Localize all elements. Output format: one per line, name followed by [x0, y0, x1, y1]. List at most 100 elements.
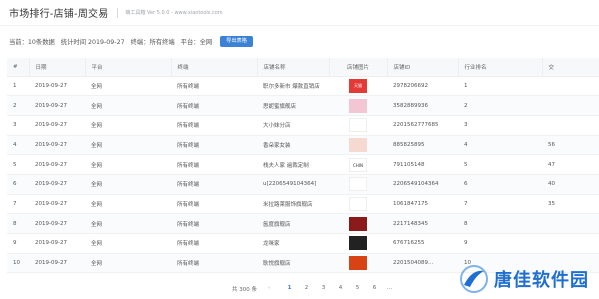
cell-extra: 47 [542, 154, 599, 175]
table-row[interactable]: 3 2019-09-27 全网 所有终端 大小妹分店 2201562777685 3 [7, 115, 599, 136]
cell-terminal: 所有终端 [171, 154, 257, 175]
cell-name: 耿悦旗舰店 [257, 253, 329, 274]
cell-name: 栈夫人家 遍裁定制 [257, 154, 329, 175]
cell-terminal: 所有终端 [171, 115, 257, 136]
cell-id: 2217148345 [387, 213, 458, 234]
page-button[interactable]: ... [385, 285, 394, 291]
cell-terminal: 所有终端 [171, 233, 257, 254]
cell-id: 2201562777685 [387, 115, 458, 136]
cell-platform: 全网 [85, 135, 171, 156]
watermark-text: 唐佳软件园 [494, 270, 589, 291]
cell-idx: 8 [7, 213, 29, 234]
prev-page-button[interactable]: ‹ [268, 285, 270, 291]
cell-rank: 6 [458, 174, 542, 195]
cell-id: 3582889936 [387, 95, 458, 116]
cell-date: 2019-09-27 [29, 135, 85, 156]
cell-terminal: 所有终端 [171, 194, 257, 215]
page-button[interactable]: 1 [285, 285, 294, 291]
ranking-table: # 日期 平台 终端 店铺名称 店铺图片 店铺ID 行业排名交 1 2019-09-27 全网 所有… [7, 58, 599, 274]
table-row[interactable]: 8 2019-09-27 全网 所有终端 氤度旗舰店 2217148345 8 [7, 213, 599, 234]
column-header[interactable]: 店铺名称 [257, 58, 330, 77]
page-button[interactable]: 5 [353, 285, 362, 291]
cell-date: 2019-09-27 [29, 194, 85, 215]
cell-name: u[2206549104364] [257, 174, 329, 195]
cell-name: 氤度旗舰店 [257, 213, 329, 234]
table-row[interactable]: 9 2019-09-27 全网 所有终端 龙咪家 676716255 9 [7, 233, 599, 254]
platform-filter: 平台：全网 [180, 38, 213, 46]
stat-time: 统计时间 2019-09-27 [60, 38, 125, 46]
cell-rank: 5 [458, 154, 542, 175]
column-header[interactable]: 终端 [171, 58, 258, 77]
table-header-row: # 日期 平台 终端 店铺名称 店铺图片 店铺ID 行业排名交 [7, 58, 599, 77]
cell-date: 2019-09-27 [29, 95, 85, 116]
shop-image-cell [329, 135, 387, 156]
title-divider [117, 7, 119, 18]
cell-idx: 1 [7, 76, 29, 97]
column-header[interactable]: 店铺图片 [329, 58, 388, 77]
cell-extra: 56 [542, 135, 599, 156]
cell-rank: 7 [458, 194, 542, 215]
shop-image [349, 118, 367, 133]
cell-name: 香朵家女装 [257, 135, 329, 156]
cell-extra [542, 233, 599, 254]
cell-date: 2019-09-27 [29, 115, 85, 136]
cell-name: 思妮蜜旗舰店 [257, 95, 329, 116]
shop-image [349, 196, 367, 211]
column-header[interactable]: 店铺ID [387, 58, 459, 77]
table-row[interactable]: 4 2019-09-27 全网 所有终端 香朵家女装 885825895 4 56 [7, 135, 599, 156]
cell-extra [542, 76, 599, 97]
table-row[interactable]: 5 2019-09-27 全网 所有终端 栈夫人家 遍裁定制 CHIN 791105148 5… [7, 154, 599, 175]
cell-date: 2019-09-27 [29, 233, 85, 254]
cell-extra [542, 213, 599, 234]
cell-date: 2019-09-27 [29, 174, 85, 195]
table-row[interactable]: 2 2019-09-27 全网 所有终端 思妮蜜旗舰店 3582889936 2 [7, 95, 599, 116]
page-button[interactable]: 3 [319, 285, 328, 291]
cell-id: 885825895 [387, 135, 458, 156]
cell-idx: 10 [7, 253, 29, 274]
column-header[interactable]: 平台 [85, 58, 172, 77]
cell-idx: 6 [7, 174, 29, 195]
cell-platform: 全网 [85, 194, 171, 215]
table-row[interactable]: 6 2019-09-27 全网 所有终端 u[2206549104364] 2206549… [7, 174, 599, 195]
cell-idx: 7 [7, 194, 29, 215]
cell-terminal: 所有终端 [171, 213, 257, 234]
shop-image [349, 98, 367, 113]
table-row[interactable]: 1 2019-09-27 全网 所有终端 职尔多新市 爆款直销店 天猫 2978206692… [7, 76, 599, 97]
shop-image-cell [329, 253, 387, 274]
cell-rank: 9 [458, 233, 542, 254]
cell-extra: 35 [542, 194, 599, 215]
table-row[interactable]: 7 2019-09-27 全网 所有终端 米拉路莱服饰旗舰店 1061847175 7 35 [7, 194, 599, 215]
cell-idx: 5 [7, 154, 29, 175]
title-bar: 市场排行-店铺-周交易 萌工具箱 Ver 5.0.0 - www.xiaotoo… [0, 0, 599, 26]
cell-rank: 8 [458, 213, 542, 234]
cell-terminal: 所有终端 [171, 76, 257, 97]
shop-image-cell: CHIN [329, 154, 387, 175]
cell-rank: 2 [458, 95, 542, 116]
shop-image [349, 137, 367, 152]
cell-id: 2206549104364 [387, 174, 458, 195]
cell-rank: 4 [458, 135, 542, 156]
column-header[interactable]: 交 [542, 58, 599, 77]
page-button[interactable]: 6 [370, 285, 379, 291]
page-button[interactable]: 4 [336, 285, 345, 291]
export-button[interactable]: 导出表格 [220, 35, 253, 47]
column-header[interactable]: # [7, 58, 30, 77]
column-header[interactable]: 日期 [29, 58, 86, 77]
cell-idx: 9 [7, 233, 29, 254]
cell-date: 2019-09-27 [29, 76, 85, 97]
cell-platform: 全网 [85, 95, 171, 116]
page-title: 市场排行-店铺-周交易 [9, 9, 109, 20]
shop-image-cell [329, 174, 387, 195]
cell-extra [542, 115, 599, 136]
cell-platform: 全网 [85, 174, 171, 195]
cell-name: 米拉路莱服饰旗舰店 [257, 194, 329, 215]
table-body: 1 2019-09-27 全网 所有终端 职尔多新市 爆款直销店 天猫 2978206692… [7, 76, 599, 274]
cell-name: 职尔多新市 爆款直销店 [257, 76, 329, 97]
cell-id: 2201504089... [387, 253, 458, 274]
cell-platform: 全网 [85, 154, 171, 175]
shop-image-cell [329, 95, 387, 116]
cell-date: 2019-09-27 [29, 154, 85, 175]
cell-id: 1061847175 [387, 194, 458, 215]
column-header[interactable]: 行业排名 [458, 58, 543, 77]
page-button[interactable]: 2 [302, 285, 311, 291]
